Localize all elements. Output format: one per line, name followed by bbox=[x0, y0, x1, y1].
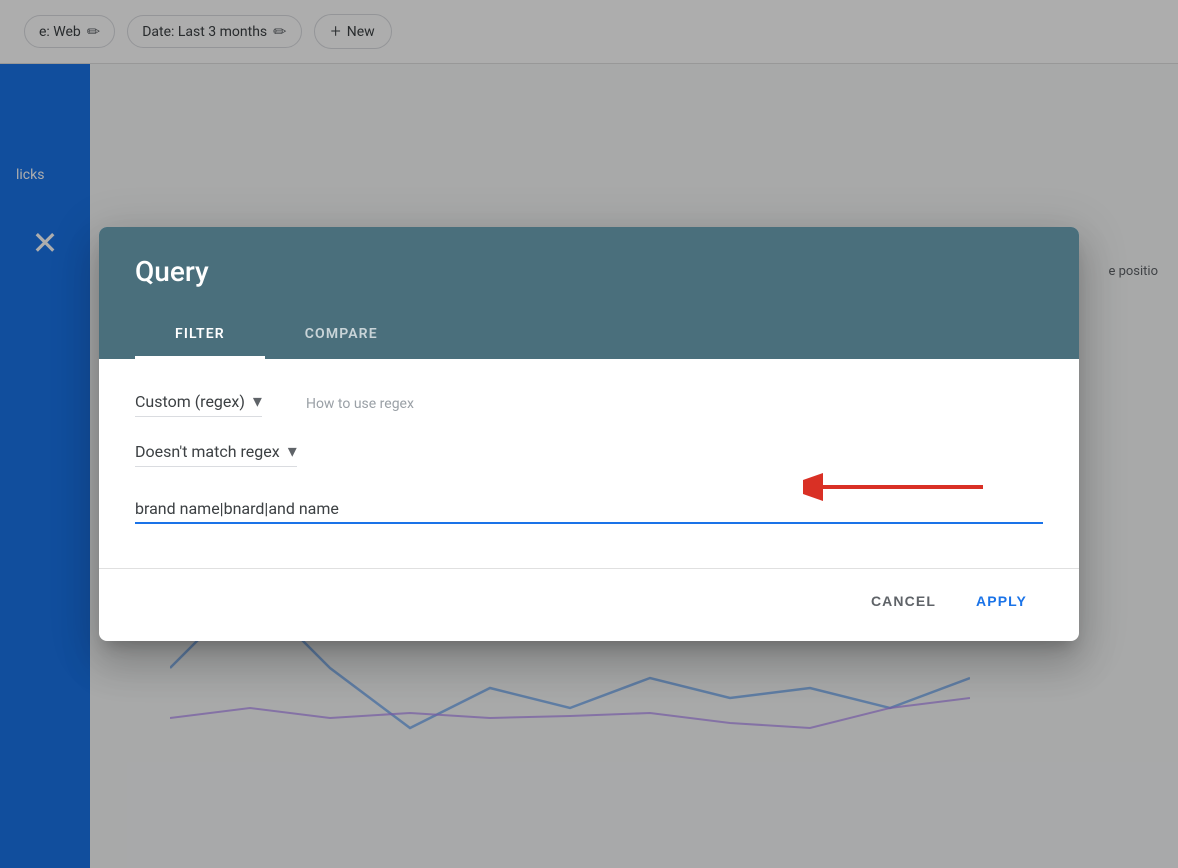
cancel-button[interactable]: CANCEL bbox=[855, 585, 952, 617]
modal-header: Query FILTER COMPARE bbox=[99, 227, 1079, 359]
match-dropdown-arrow-icon: ▾ bbox=[288, 441, 297, 462]
modal-overlay: Query FILTER COMPARE Custom (regex) ▾ bbox=[0, 0, 1178, 868]
modal-title: Query bbox=[135, 255, 1043, 288]
type-dropdown[interactable]: Custom (regex) ▾ bbox=[135, 391, 262, 417]
match-row: Doesn't match regex ▾ bbox=[135, 441, 1043, 467]
tab-filter[interactable]: FILTER bbox=[135, 312, 265, 359]
type-dropdown-label: Custom (regex) bbox=[135, 392, 245, 411]
match-dropdown-label: Doesn't match regex bbox=[135, 442, 280, 461]
modal-body: Custom (regex) ▾ How to use regex Doesn'… bbox=[99, 359, 1079, 568]
match-dropdown[interactable]: Doesn't match regex ▾ bbox=[135, 441, 297, 467]
regex-help-link[interactable]: How to use regex bbox=[306, 396, 414, 412]
apply-button[interactable]: APPLY bbox=[960, 585, 1043, 617]
regex-input[interactable] bbox=[135, 495, 1043, 524]
query-modal: Query FILTER COMPARE Custom (regex) ▾ bbox=[99, 227, 1079, 641]
filter-type-row: Custom (regex) ▾ How to use regex bbox=[135, 391, 1043, 417]
regex-input-container bbox=[135, 495, 1043, 524]
tab-compare[interactable]: COMPARE bbox=[265, 312, 418, 359]
modal-footer: CANCEL APPLY bbox=[99, 568, 1079, 641]
type-dropdown-arrow-icon: ▾ bbox=[253, 391, 262, 412]
modal-tabs: FILTER COMPARE bbox=[135, 312, 1043, 359]
